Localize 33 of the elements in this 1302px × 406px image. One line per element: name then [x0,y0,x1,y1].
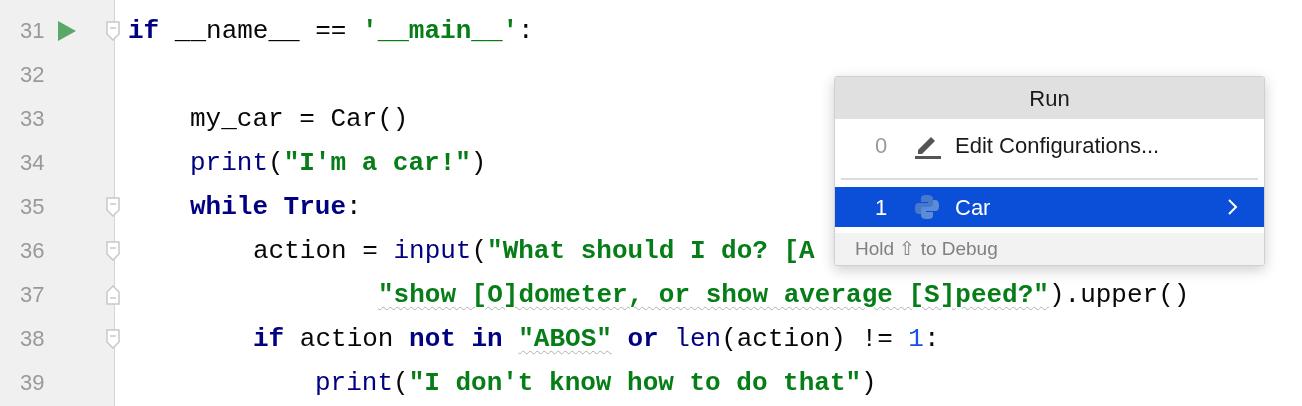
menu-item[interactable]: 0 Edit Configurations... [835,119,1264,171]
line-number: 37 [20,281,45,309]
line-number: 31 [20,17,45,45]
line-number: 39 [20,369,45,397]
line-number: 34 [20,149,45,177]
code-line: print("I don't know how to do that") [315,367,877,399]
fold-icon[interactable] [106,197,120,217]
item-label: Edit Configurations... [955,131,1161,160]
python-icon [913,193,941,221]
line-number: 36 [20,237,45,265]
popup-title: Run [835,77,1264,119]
line-number: 32 [20,61,45,89]
item-number: 1 [875,193,889,222]
item-number: 0 [875,131,889,160]
run-icon[interactable] [58,21,76,41]
code-line: print("I'm a car!") [190,147,487,179]
fold-icon[interactable] [106,329,120,349]
code-line: while True: [190,191,362,223]
line-number: 33 [20,105,45,133]
fold-icon[interactable] [106,241,120,261]
code-line: my_car = Car() [190,103,409,135]
code-line: if __name__ == '__main__': [128,15,534,47]
fold-icon[interactable] [106,285,120,305]
code-line: if action not in "ABOS" or len(action) != 1: [253,323,940,355]
line-number: 35 [20,193,45,221]
item-label: Car [955,193,992,222]
line-number: 38 [20,325,45,353]
fold-icon[interactable] [106,21,120,41]
code-line: action = input("What should I do? [A [253,235,815,267]
code-line: "show [O]dometer, or show average [S]peed?").upper() [378,279,1190,311]
menu-item[interactable]: 1 Car [835,187,1264,227]
chevron-right-icon [1228,199,1238,215]
footer-hint: Hold ⇧ to Debug [835,233,1264,265]
